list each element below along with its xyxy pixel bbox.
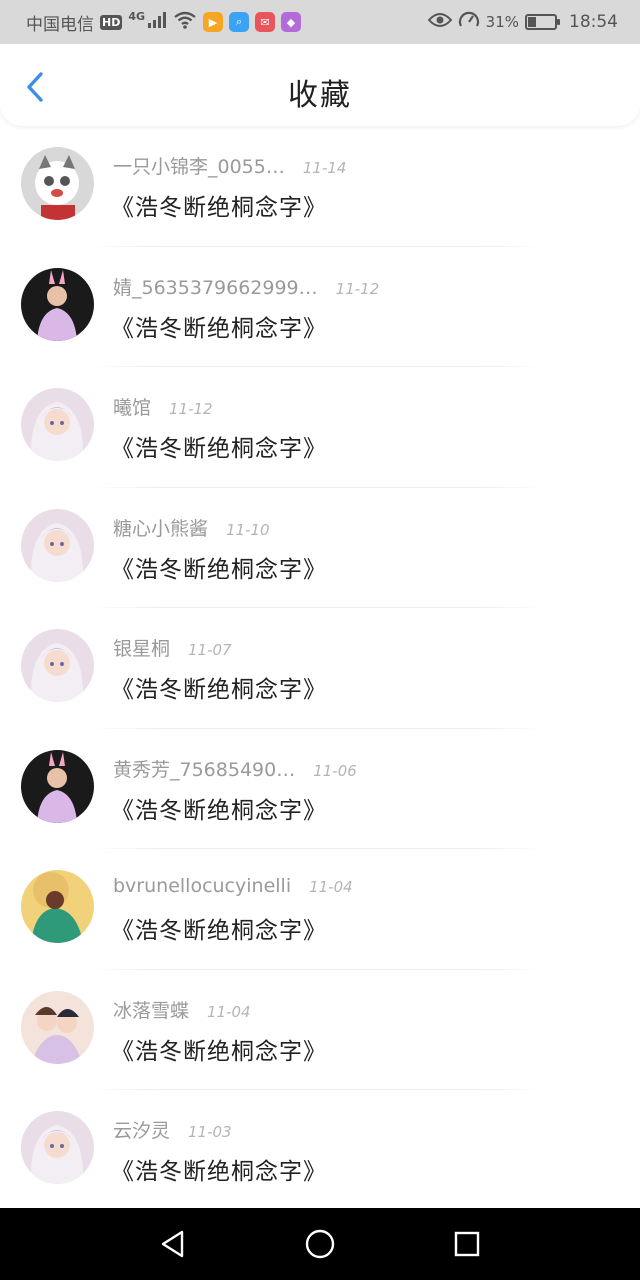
item-meta: bvrunellocucyinelli 11-04 bbox=[113, 875, 353, 897]
list-item[interactable]: 一只小锦李_0055… 11-14 《浩冬断绝桐念字》 bbox=[0, 126, 640, 247]
item-date: 11-07 bbox=[188, 641, 232, 659]
page-title: 收藏 bbox=[288, 78, 352, 113]
search-app-icon: ⌕ bbox=[229, 12, 250, 32]
item-title: 《浩冬断绝桐念字》 bbox=[111, 315, 327, 342]
eye-icon bbox=[427, 12, 453, 33]
item-username: 婧_5635379662999… bbox=[113, 276, 318, 299]
item-title: 《浩冬断绝桐念字》 bbox=[111, 677, 327, 703]
gift-app-icon: ◆ bbox=[281, 12, 302, 32]
item-title: 《浩冬断绝桐念字》 bbox=[111, 918, 327, 944]
app-screen: 中国电信 HD 4G ▶ ⌕ ✉ ◆ 31% 18:54 收藏 一只小锦李_00… bbox=[0, 0, 640, 1280]
item-username: 一只小锦李_0055… bbox=[113, 156, 285, 178]
item-meta: 婧_5635379662999… 11-12 bbox=[113, 273, 379, 300]
item-meta: 黄秀芳_75685490… 11-06 bbox=[113, 755, 357, 782]
item-title: 《浩冬断绝桐念字》 bbox=[111, 1038, 327, 1065]
list-item[interactable]: 云汐灵 11-03 《浩冬断绝桐念字》 bbox=[0, 1090, 640, 1211]
item-username: 黄秀芳_75685490… bbox=[113, 758, 296, 781]
item-date: 11-03 bbox=[188, 1123, 232, 1141]
status-right: 31% 18:54 bbox=[427, 10, 618, 35]
battery-percent: 31% bbox=[485, 13, 519, 31]
list-item[interactable]: 曦馆 11-12 《浩冬断绝桐念字》 bbox=[0, 367, 640, 488]
item-title: 《浩冬断绝桐念字》 bbox=[111, 436, 327, 462]
list-item[interactable]: 银星桐 11-07 《浩冬断绝桐念字》 bbox=[0, 608, 640, 729]
item-title: 《浩冬断绝桐念字》 bbox=[111, 195, 327, 221]
item-date: 11-12 bbox=[169, 400, 213, 418]
avatar[interactable] bbox=[21, 267, 94, 341]
status-bar: 中国电信 HD 4G ▶ ⌕ ✉ ◆ 31% 18:54 bbox=[0, 0, 640, 44]
avatar[interactable] bbox=[21, 388, 94, 461]
header-bar: 收藏 bbox=[0, 44, 640, 126]
item-date: 11-10 bbox=[226, 520, 270, 539]
status-left: 中国电信 HD 4G ▶ ⌕ ✉ ◆ bbox=[26, 9, 302, 35]
carrier-label: 中国电信 bbox=[26, 14, 94, 35]
item-username: bvrunellocucyinelli bbox=[113, 875, 292, 897]
item-meta: 冰落雪蝶 11-04 bbox=[113, 996, 251, 1023]
nav-back-button[interactable] bbox=[143, 1214, 203, 1274]
item-title: 《浩冬断绝桐念字》 bbox=[111, 556, 327, 583]
item-username: 冰落雪蝶 bbox=[113, 999, 190, 1022]
item-title: 《浩冬断绝桐念字》 bbox=[111, 1159, 327, 1185]
list-item[interactable]: 黄秀芳_75685490… 11-06 《浩冬断绝桐念字》 bbox=[0, 729, 640, 849]
avatar[interactable] bbox=[21, 1111, 94, 1184]
list-item[interactable]: bvrunellocucyinelli 11-04 《浩冬断绝桐念字》 bbox=[0, 849, 640, 970]
square-recents-icon bbox=[454, 1231, 479, 1257]
battery-fill bbox=[528, 17, 536, 27]
wifi-icon bbox=[173, 11, 197, 34]
speedometer-icon bbox=[458, 10, 480, 35]
signal-icon bbox=[147, 11, 167, 33]
item-meta: 一只小锦李_0055… 11-14 bbox=[113, 152, 346, 179]
item-date: 11-06 bbox=[313, 761, 357, 780]
item-meta: 银星桐 11-07 bbox=[113, 634, 232, 661]
list-item[interactable]: 婧_5635379662999… 11-12 《浩冬断绝桐念字》 bbox=[0, 247, 640, 367]
nav-home-button[interactable] bbox=[290, 1214, 350, 1274]
avatar[interactable] bbox=[21, 508, 94, 582]
item-date: 11-04 bbox=[207, 1002, 251, 1021]
item-date: 11-12 bbox=[335, 279, 380, 298]
avatar[interactable] bbox=[21, 147, 94, 220]
triangle-back-icon bbox=[162, 1230, 184, 1258]
avatar[interactable] bbox=[21, 749, 94, 823]
item-date: 11-04 bbox=[309, 878, 353, 896]
avatar[interactable] bbox=[21, 870, 94, 943]
item-title: 《浩冬断绝桐念字》 bbox=[111, 797, 327, 824]
video-app-icon: ▶ bbox=[203, 12, 224, 32]
avatar[interactable] bbox=[21, 990, 94, 1064]
item-username: 曦馆 bbox=[113, 397, 152, 419]
clock: 18:54 bbox=[569, 12, 618, 32]
hd-badge: HD bbox=[100, 14, 123, 30]
system-nav-bar bbox=[0, 1208, 640, 1280]
list-item[interactable]: 糖心小熊酱 11-10 《浩冬断绝桐念字》 bbox=[0, 488, 640, 608]
item-date: 11-14 bbox=[302, 159, 347, 177]
favorites-list: 一只小锦李_0055… 11-14 《浩冬断绝桐念字》 婧_5635379662999… bbox=[0, 126, 640, 1211]
nav-recents-button[interactable] bbox=[437, 1214, 497, 1274]
item-username: 银星桐 bbox=[113, 638, 171, 660]
item-username: 糖心小熊酱 bbox=[113, 517, 209, 540]
mail-app-icon: ✉ bbox=[255, 12, 276, 32]
avatar[interactable] bbox=[21, 629, 94, 702]
network-type: 4G bbox=[128, 9, 146, 23]
item-meta: 曦馆 11-12 bbox=[113, 393, 213, 420]
list-item[interactable]: 冰落雪蝶 11-04 《浩冬断绝桐念字》 bbox=[0, 970, 640, 1090]
item-meta: 云汐灵 11-03 bbox=[113, 1116, 232, 1143]
circle-home-icon bbox=[305, 1229, 335, 1259]
battery-icon bbox=[525, 14, 560, 30]
item-username: 云汐灵 bbox=[113, 1120, 171, 1142]
item-meta: 糖心小熊酱 11-10 bbox=[113, 514, 270, 541]
